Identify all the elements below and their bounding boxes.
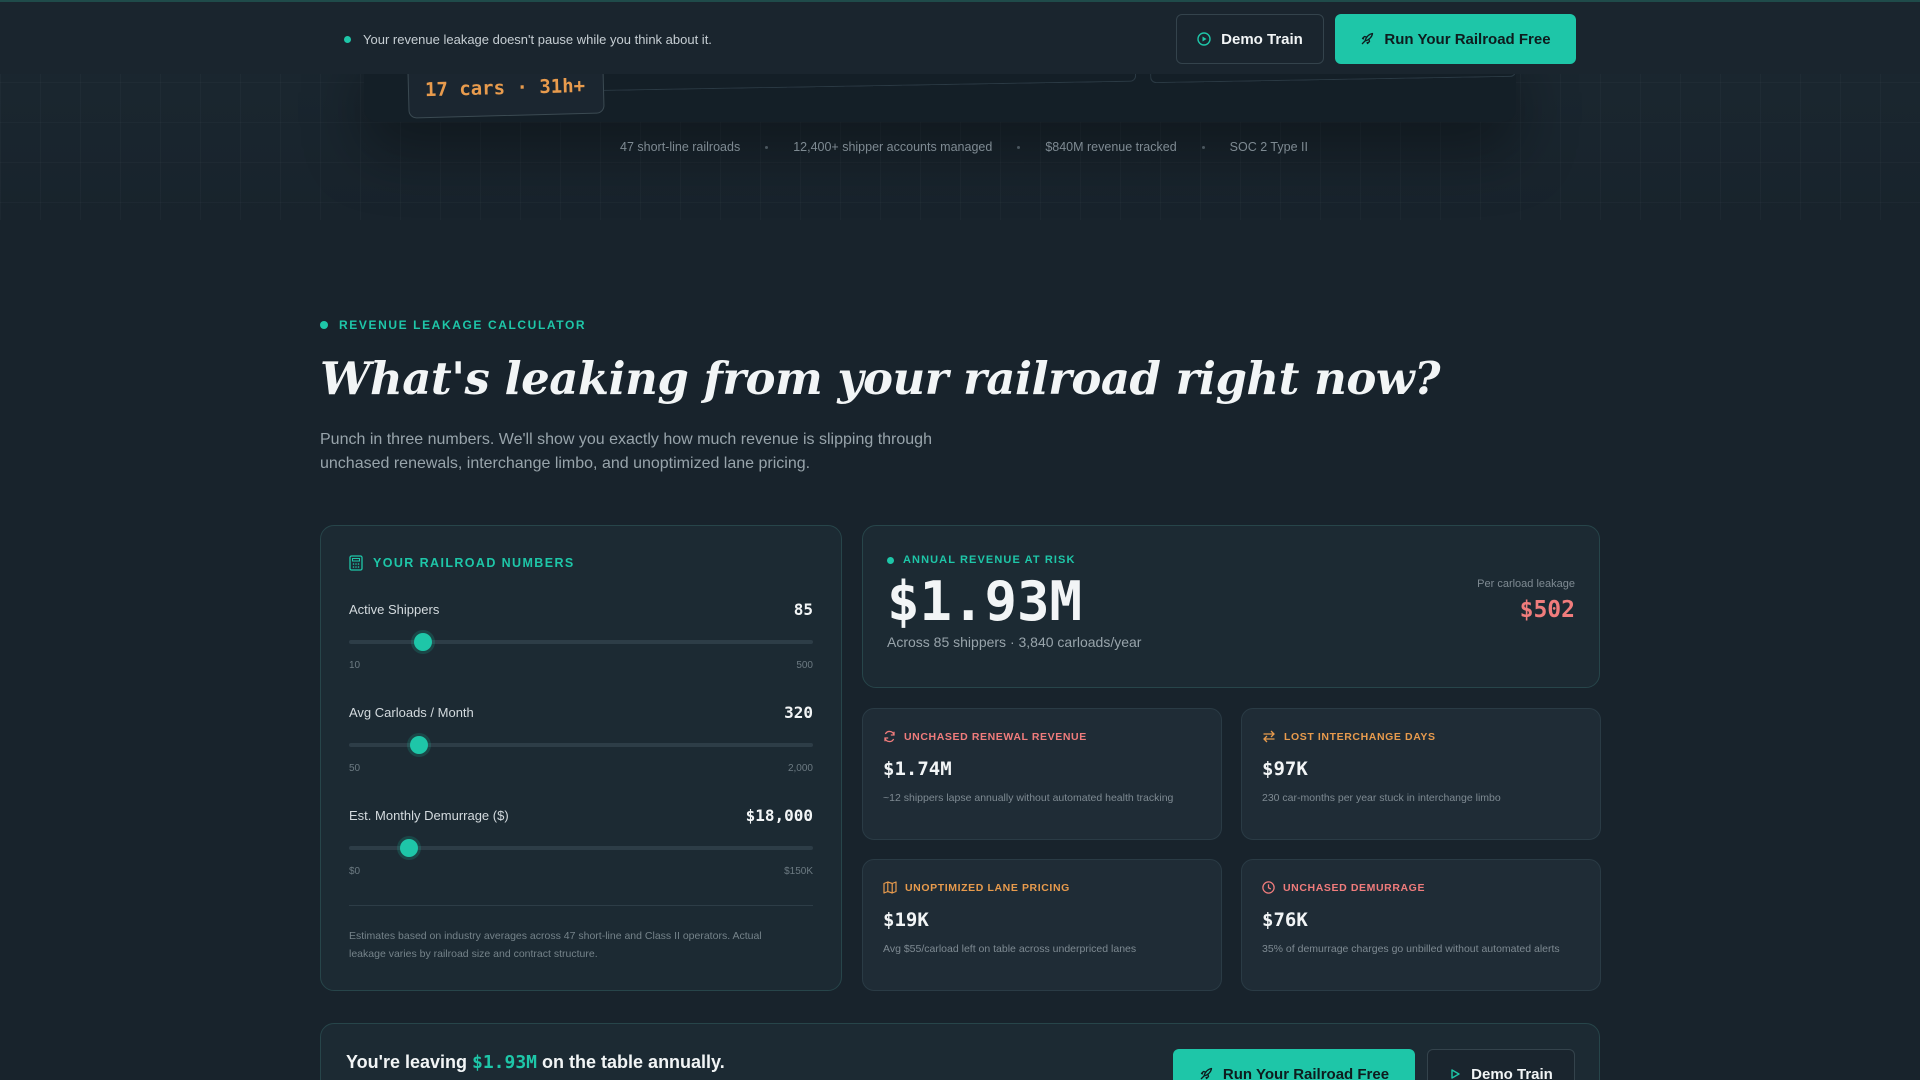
trust-item: SOC 2 Type II <box>1229 140 1308 154</box>
cta-summary: You're leaving $1.93M on the table annua… <box>346 1052 725 1073</box>
total-value: $1.93M <box>887 570 1083 633</box>
slider-track[interactable] <box>349 846 813 850</box>
total-label: ANNUAL REVENUE AT RISK <box>887 554 1076 566</box>
separator-dot <box>765 145 769 149</box>
trust-item: 47 short-line railroads <box>620 140 741 154</box>
card-label: UNOPTIMIZED LANE PRICING <box>883 881 1070 894</box>
clock-icon <box>1262 881 1275 894</box>
rocket-icon <box>1360 32 1374 46</box>
slider-thumb[interactable] <box>400 839 419 857</box>
card-description: 230 car-months per year stuck in interch… <box>1262 792 1501 804</box>
panel-title-label: YOUR RAILROAD NUMBERS <box>373 556 575 570</box>
separator-dot <box>1201 145 1205 149</box>
slider-thumb[interactable] <box>414 633 433 651</box>
lost-interchange-card: LOST INTERCHANGE DAYS $97K 230 car-month… <box>1241 708 1601 840</box>
play-circle-icon <box>1197 32 1211 46</box>
slider-min: 10 <box>349 660 361 671</box>
card-description: 35% of demurrage charges go unbilled wit… <box>1262 943 1560 955</box>
status-dot <box>344 36 351 43</box>
banner-text: Your revenue leakage doesn't pause while… <box>363 32 712 47</box>
demo-train-button[interactable]: Demo Train <box>1176 14 1324 64</box>
trust-item: 12,400+ shipper accounts managed <box>793 140 993 154</box>
swap-arrows-icon <box>1262 730 1276 743</box>
run-railroad-free-button[interactable]: Run Your Railroad Free <box>1173 1049 1415 1080</box>
railroad-numbers-panel: YOUR RAILROAD NUMBERS Active Shippers 85… <box>320 525 842 991</box>
page-title: What's leaking from your railroad right … <box>320 352 1440 405</box>
divider <box>349 905 813 906</box>
unchased-demurrage-card: UNCHASED DEMURRAGE $76K 35% of demurrage… <box>1241 859 1601 991</box>
banner-message: Your revenue leakage doesn't pause while… <box>344 32 712 47</box>
trust-item: $840M revenue tracked <box>1045 140 1177 154</box>
section-subhead: Punch in three numbers. We'll show you e… <box>320 431 932 472</box>
card-label-text: UNCHASED RENEWAL REVENUE <box>904 730 1087 743</box>
card-label: UNCHASED DEMURRAGE <box>1262 881 1425 894</box>
annual-revenue-at-risk-panel: ANNUAL REVENUE AT RISK $1.93M Across 85 … <box>862 525 1600 688</box>
slider-max: 2,000 <box>787 763 813 774</box>
separator-dot <box>1017 145 1021 149</box>
demo-train-label: Demo Train <box>1221 30 1303 48</box>
status-dot <box>887 556 894 564</box>
unoptimized-lane-pricing-card: UNOPTIMIZED LANE PRICING $19K Avg $55/ca… <box>862 859 1222 991</box>
bottom-cta-bar: You're leaving $1.93M on the table annua… <box>320 1023 1600 1080</box>
slider-max: $150K <box>784 866 813 877</box>
slider-value: 85 <box>793 600 813 619</box>
eyebrow-dot <box>320 321 328 329</box>
refresh-icon <box>883 730 896 743</box>
play-icon <box>1449 1068 1461 1080</box>
card-label-text: UNOPTIMIZED LANE PRICING <box>905 881 1070 894</box>
total-subtitle: Across 85 shippers · 3,840 carloads/year <box>887 634 1142 650</box>
per-carload-label: Per carload leakage <box>1477 578 1575 590</box>
map-icon <box>883 881 897 894</box>
slider-label: Avg Carloads / Month <box>349 705 474 720</box>
cta-amount: $1.93M <box>472 1052 538 1073</box>
cta-prefix: You're leaving <box>346 1052 467 1072</box>
card-description: Avg $55/carload left on table across und… <box>883 943 1137 955</box>
card-value: $1.74M <box>883 758 952 780</box>
total-label-text: ANNUAL REVENUE AT RISK <box>903 554 1076 566</box>
card-value: $76K <box>1262 909 1308 931</box>
slider-label: Active Shippers <box>349 602 440 617</box>
slider-thumb[interactable] <box>409 736 428 754</box>
slider-max: 500 <box>796 660 813 671</box>
run-railroad-free-button[interactable]: Run Your Railroad Free <box>1335 14 1576 64</box>
estimate-disclaimer: Estimates based on industry averages acr… <box>349 930 762 960</box>
eyebrow-label: REVENUE LEAKAGE CALCULATOR <box>339 318 587 332</box>
panel-title: YOUR RAILROAD NUMBERS <box>349 555 575 571</box>
cta-suffix: on the table annually. <box>542 1052 725 1072</box>
sticky-cta-bar: Your revenue leakage doesn't pause while… <box>0 2 1920 74</box>
card-value: $19K <box>883 909 929 931</box>
slider-value: $18,000 <box>745 806 813 825</box>
demo-train-button[interactable]: Demo Train <box>1427 1049 1575 1080</box>
card-label-text: LOST INTERCHANGE DAYS <box>1284 730 1436 743</box>
unchased-renewal-card: UNCHASED RENEWAL REVENUE $1.74M ~12 ship… <box>862 708 1222 840</box>
trust-row: 47 short-line railroads 12,400+ shipper … <box>620 140 1308 154</box>
card-label-text: UNCHASED DEMURRAGE <box>1283 881 1426 894</box>
section-eyebrow: REVENUE LEAKAGE CALCULATOR <box>320 318 586 332</box>
calculator-icon <box>349 555 363 571</box>
slider-min: $0 <box>349 866 361 877</box>
slider-value: 320 <box>784 703 813 722</box>
run-railroad-label: Run Your Railroad Free <box>1384 30 1551 48</box>
slider-min: 50 <box>349 763 361 774</box>
card-label: LOST INTERCHANGE DAYS <box>1262 730 1436 743</box>
run-railroad-label: Run Your Railroad Free <box>1222 1065 1390 1080</box>
rocket-icon <box>1199 1067 1213 1080</box>
card-description: ~12 shippers lapse annually without auto… <box>883 792 1174 804</box>
demo-train-label: Demo Train <box>1471 1065 1553 1080</box>
per-carload-value: $502 <box>1519 597 1575 623</box>
slider-label: Est. Monthly Demurrage ($) <box>349 808 509 823</box>
card-label: UNCHASED RENEWAL REVENUE <box>883 730 1087 743</box>
card-value: $97K <box>1262 758 1308 780</box>
